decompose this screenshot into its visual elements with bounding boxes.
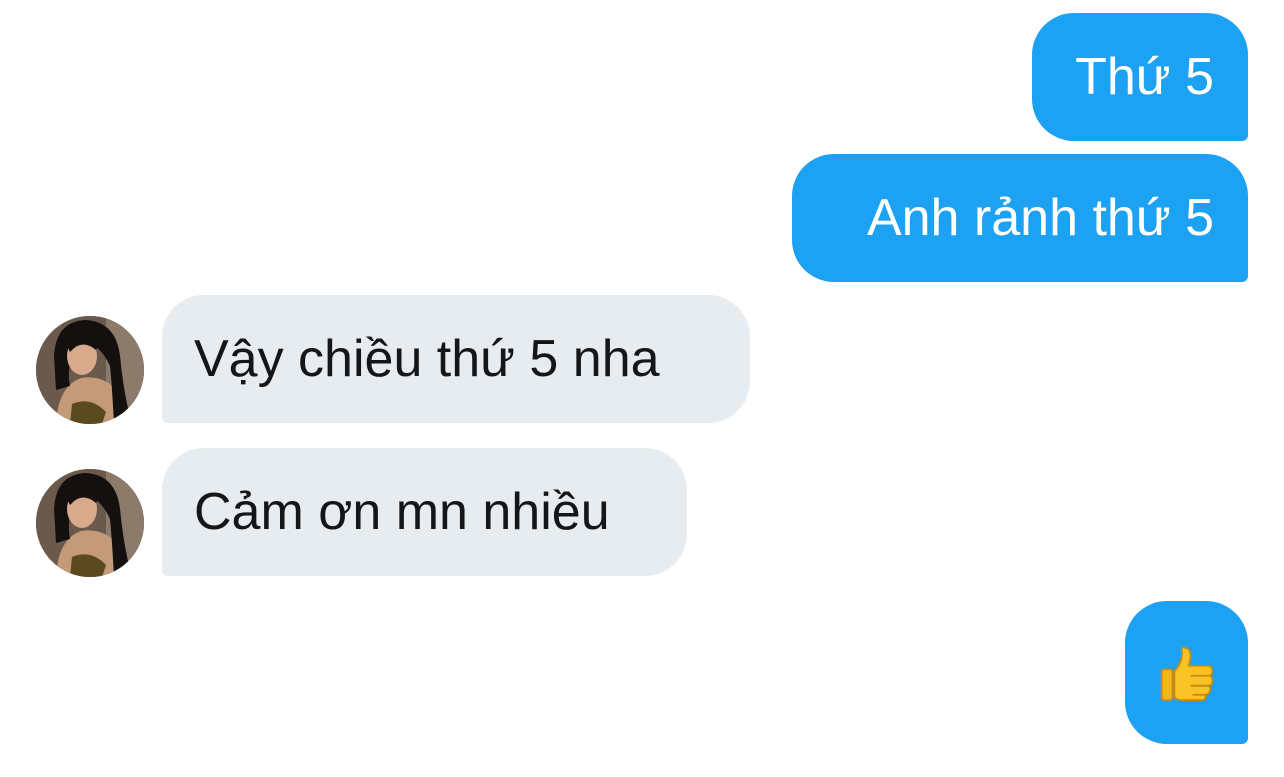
message-text: Thứ 5 <box>1075 48 1214 106</box>
contact-avatar[interactable] <box>36 469 144 577</box>
contact-avatar[interactable] <box>36 316 144 424</box>
thumbs-up-icon <box>1160 646 1213 701</box>
message-text: Cảm ơn mn nhiều <box>194 483 610 541</box>
message-text: Vậy chiều thứ 5 nha <box>194 330 660 388</box>
sent-message-bubble[interactable]: Anh rảnh thứ 5 <box>792 154 1248 282</box>
sent-emoji-bubble[interactable] <box>1125 601 1248 744</box>
message-text: Anh rảnh thứ 5 <box>866 189 1214 247</box>
received-message-bubble[interactable]: Cảm ơn mn nhiều <box>162 448 687 576</box>
received-message-bubble[interactable]: Vậy chiều thứ 5 nha <box>162 295 750 423</box>
sent-message-bubble[interactable]: Thứ 5 <box>1032 13 1248 141</box>
